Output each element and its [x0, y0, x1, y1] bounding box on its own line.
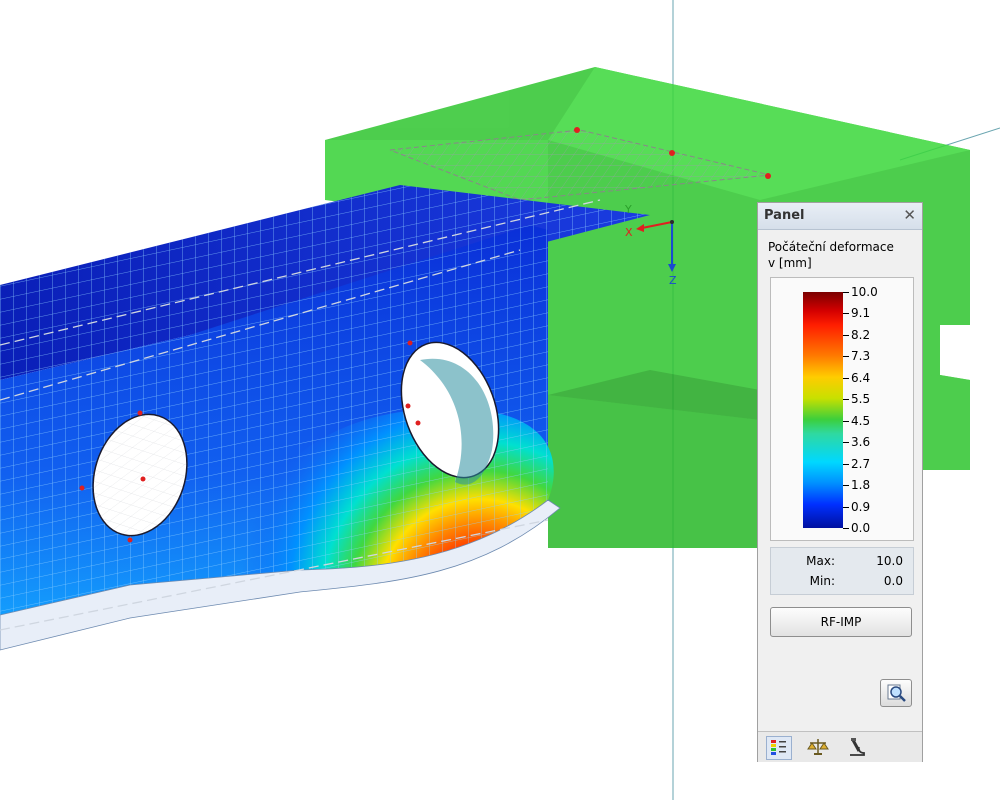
max-value: 10.0 — [876, 554, 903, 568]
magnifier-icon — [887, 684, 906, 702]
result-type-unit: v [mm] — [768, 256, 812, 270]
legend-tick — [843, 377, 849, 379]
balance-scale-icon[interactable] — [806, 736, 830, 758]
legend-tick — [843, 442, 849, 444]
legend-value: 10.0 — [851, 285, 878, 299]
min-value: 0.0 — [883, 574, 903, 588]
axis-z-label: Z — [669, 274, 677, 287]
legend-tick — [843, 334, 849, 336]
legend-tick — [843, 528, 849, 529]
panel-header[interactable]: Panel ✕ — [758, 203, 922, 230]
result-type-name: Počáteční deformace — [768, 240, 894, 254]
legend-tick — [843, 485, 849, 487]
axis-x-label: X — [625, 226, 633, 239]
min-label: Min: — [809, 574, 835, 588]
close-icon[interactable]: ✕ — [903, 206, 916, 224]
legend-tick — [843, 292, 849, 293]
legend-value: 5.5 — [851, 392, 871, 407]
rf-imp-button[interactable]: RF-IMP — [770, 607, 912, 637]
legend-tick — [843, 356, 849, 358]
zoom-button[interactable] — [880, 679, 912, 707]
legend-tick — [843, 313, 849, 315]
axis-y-label: Y — [624, 203, 632, 216]
color-scale-icon[interactable] — [766, 736, 792, 760]
color-scale-bar[interactable] — [803, 292, 843, 528]
legend-tick — [843, 506, 849, 508]
legend-value: 1.8 — [851, 478, 871, 493]
panel-title: Panel — [764, 208, 805, 223]
legend-value: 2.7 — [851, 456, 871, 471]
legend-tick — [843, 420, 849, 422]
legend-value: 0.0 — [851, 521, 871, 535]
legend-tick — [843, 399, 849, 401]
panel-tab-bar — [758, 731, 922, 762]
results-panel: Panel ✕ Počáteční deformace v [mm] 10.0 9… — [757, 202, 923, 762]
legend-value: 7.3 — [851, 349, 871, 364]
legend-value: 9.1 — [851, 306, 871, 321]
extreme-values: Max: 10.0 Min: 0.0 — [770, 547, 914, 595]
legend-value: 0.9 — [851, 499, 871, 514]
legend-value: 6.4 — [851, 370, 871, 385]
microscope-icon[interactable] — [844, 736, 868, 758]
max-label: Max: — [806, 554, 835, 568]
legend-value: 4.5 — [851, 413, 871, 428]
result-type-title: Počáteční deformace v [mm] — [768, 239, 894, 271]
legend-tick — [843, 463, 849, 465]
legend-value: 8.2 — [851, 327, 871, 342]
legend-value: 3.6 — [851, 435, 871, 450]
color-legend: 10.0 9.1 8.2 7.3 6.4 5.5 4.5 3.6 2.7 1.8 0.9 0.0 — [770, 277, 914, 541]
